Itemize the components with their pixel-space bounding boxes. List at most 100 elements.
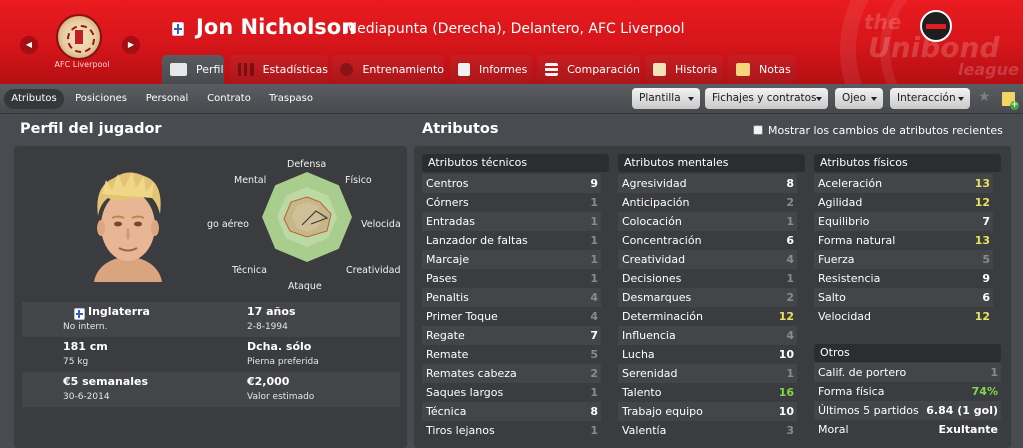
attribute-row-technical[interactable]: Primer Toque 4	[422, 307, 601, 326]
document-icon	[458, 63, 470, 76]
attribute-value: 8	[786, 177, 794, 190]
attribute-name: Penaltis	[426, 291, 469, 304]
tab-entrenamiento[interactable]: Entrenamiento	[332, 55, 444, 84]
show-changes-label[interactable]: Mostrar los cambios de atributos recient…	[768, 124, 1003, 137]
attribute-row-technical[interactable]: Córners 1	[422, 193, 601, 212]
attribute-name: Centros	[426, 177, 469, 190]
attribute-row-physical[interactable]: Aceleración 13	[814, 174, 993, 193]
attribute-row-physical[interactable]: Salto 6	[814, 288, 993, 307]
attribute-row-technical[interactable]: Tiros lejanos 1	[422, 421, 601, 440]
plantilla-dropdown[interactable]: Plantilla	[632, 88, 700, 109]
attribute-row-mental[interactable]: Determinación 12	[618, 307, 797, 326]
attribute-name: Serenidad	[622, 367, 678, 380]
attribute-row-mental[interactable]: Decisiones 1	[618, 269, 797, 288]
other-attribute-row[interactable]: Moral Exultante	[814, 420, 1001, 439]
dropdown-label: Ojeo	[842, 92, 867, 104]
attribute-value: 4	[590, 291, 598, 304]
attribute-row-technical[interactable]: Penaltis 4	[422, 288, 601, 307]
attribute-row-mental[interactable]: Desmarques 2	[618, 288, 797, 307]
interaccion-dropdown[interactable]: Interacción	[890, 88, 970, 109]
attribute-value: 16	[778, 386, 794, 399]
attribute-row-mental[interactable]: Valentía 3	[618, 421, 797, 440]
attribute-row-mental[interactable]: Talento 16	[618, 383, 797, 402]
radar-label-velocidad: Velocida	[361, 219, 401, 230]
radar-label-defensa: Defensa	[287, 159, 327, 170]
attribute-row-physical[interactable]: Resistencia 9	[814, 269, 993, 288]
dropdown-label: Interacción	[897, 92, 956, 104]
attribute-row-mental[interactable]: Creatividad 4	[618, 250, 797, 269]
attribute-row-mental[interactable]: Lucha 10	[618, 345, 797, 364]
attribute-row-technical[interactable]: Técnica 8	[422, 402, 601, 421]
attribute-name: Agilidad	[818, 196, 863, 209]
attribute-row-technical[interactable]: Saques largos 1	[422, 383, 601, 402]
attribute-value: 5	[590, 348, 598, 361]
attribute-name: Tiros lejanos	[426, 424, 495, 437]
caret-down-icon	[688, 97, 694, 101]
attribute-value: 1	[590, 386, 598, 399]
attribute-row-mental[interactable]: Trabajo equipo 10	[618, 402, 797, 421]
subnav-contrato[interactable]: Contrato	[200, 89, 258, 109]
dropdown-label: Fichajes y contratos	[712, 92, 817, 104]
tab-comparacion[interactable]: Comparación	[537, 55, 640, 84]
attribute-row-physical[interactable]: Agilidad 12	[814, 193, 993, 212]
attribute-row-physical[interactable]: Equilibrio 7	[814, 212, 993, 231]
club-crest-icon[interactable]	[56, 14, 102, 60]
tab-notas[interactable]: Notas	[728, 55, 796, 84]
attribute-name: Pases	[426, 272, 458, 285]
attribute-value: 8	[590, 405, 598, 418]
attribute-row-mental[interactable]: Agresividad 8	[618, 174, 797, 193]
attribute-name: Forma natural	[818, 234, 896, 247]
attribute-row-physical[interactable]: Fuerza 5	[814, 250, 993, 269]
caret-down-icon	[871, 97, 877, 101]
fichajes-contratos-dropdown[interactable]: Fichajes y contratos	[705, 88, 828, 109]
attribute-name: Córners	[426, 196, 469, 209]
attribute-value: 7	[982, 215, 990, 228]
tab-informes[interactable]: Informes	[450, 55, 532, 84]
attribute-value: 4	[590, 310, 598, 323]
attribute-row-technical[interactable]: Marcaje 1	[422, 250, 601, 269]
tab-estadisticas[interactable]: Estadísticas	[230, 55, 328, 84]
other-attribute-row[interactable]: Últimos 5 partidos 6.84 (1 gol)	[814, 401, 1001, 420]
star-icon[interactable]: ★	[978, 89, 991, 105]
attribute-row-technical[interactable]: Centros 9	[422, 174, 601, 193]
ojeo-dropdown[interactable]: Ojeo	[835, 88, 883, 109]
international-status: No intern.	[63, 322, 108, 332]
attribute-row-technical[interactable]: Remates cabeza 2	[422, 364, 601, 383]
attribute-name: Concentración	[622, 234, 702, 247]
attribute-name: Colocación	[622, 215, 682, 228]
attribute-row-technical[interactable]: Entradas 1	[422, 212, 601, 231]
tab-historia[interactable]: Historia	[645, 55, 723, 84]
next-player-button[interactable]: ▶	[122, 36, 140, 54]
attribute-name: Moral	[818, 423, 849, 436]
other-attribute-row[interactable]: Calif. de portero 1	[814, 363, 1001, 382]
attribute-row-mental[interactable]: Influencia 4	[618, 326, 797, 345]
attribute-row-mental[interactable]: Concentración 6	[618, 231, 797, 250]
add-note-icon[interactable]	[1002, 92, 1019, 110]
technical-attributes-header: Atributos técnicos	[422, 154, 609, 172]
attribute-value: 1	[590, 253, 598, 266]
radar-label-mental: Mental	[234, 175, 267, 186]
other-attribute-row[interactable]: Forma física 74%	[814, 382, 1001, 401]
tab-perfil[interactable]: Perfil	[162, 55, 224, 84]
subnav-atributos[interactable]: Atributos	[4, 89, 64, 109]
previous-player-button[interactable]: ◀	[20, 36, 38, 54]
attribute-row-mental[interactable]: Serenidad 1	[618, 364, 797, 383]
attribute-row-technical[interactable]: Remate 5	[422, 345, 601, 364]
subnav-personal[interactable]: Personal	[138, 89, 196, 109]
attribute-row-mental[interactable]: Colocación 1	[618, 212, 797, 231]
subnav-posiciones[interactable]: Posiciones	[68, 89, 134, 109]
attribute-row-physical[interactable]: Velocidad 12	[814, 307, 993, 326]
attribute-row-mental[interactable]: Anticipación 2	[618, 193, 797, 212]
attribute-row-technical[interactable]: Lanzador de faltas 1	[422, 231, 601, 250]
player-profile-panel: Defensa Físico Velocida Creatividad Ataq…	[14, 146, 407, 448]
attribute-value: 4	[786, 253, 794, 266]
attribute-name: Desmarques	[622, 291, 692, 304]
subnav-traspaso[interactable]: Traspaso	[262, 89, 320, 109]
attribute-row-technical[interactable]: Regate 7	[422, 326, 601, 345]
attribute-row-physical[interactable]: Forma natural 13	[814, 231, 993, 250]
book-icon	[653, 63, 666, 76]
attribute-row-technical[interactable]: Pases 1	[422, 269, 601, 288]
attribute-name: Últimos 5 partidos	[818, 404, 919, 417]
attribute-name: Valentía	[622, 424, 667, 437]
show-changes-checkbox[interactable]	[753, 125, 763, 135]
